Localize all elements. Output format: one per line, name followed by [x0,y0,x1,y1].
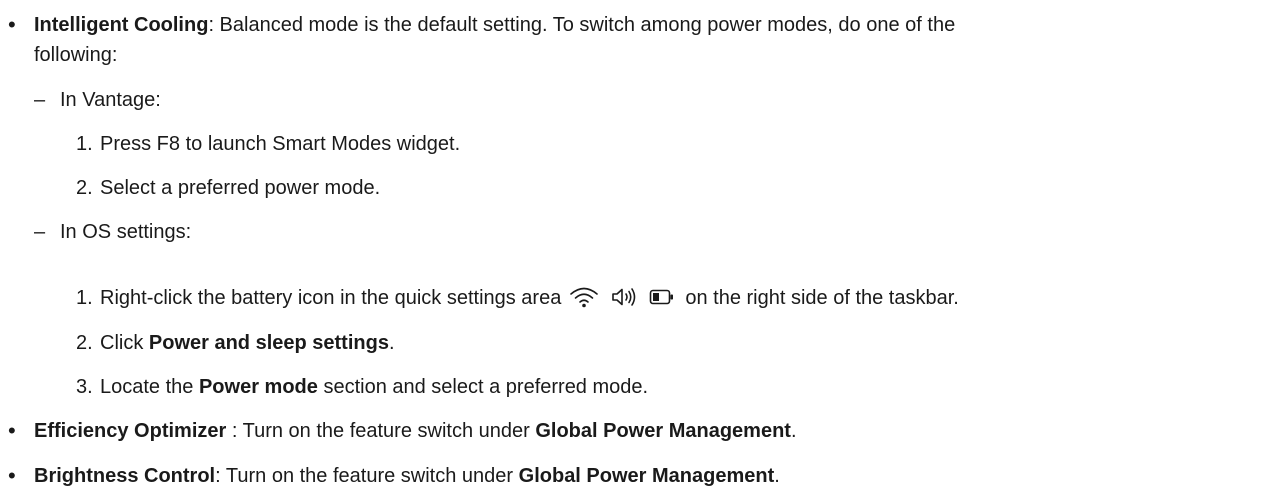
volume-icon [612,288,636,306]
step-text-before: Click [100,332,149,354]
subitem-label: In Vantage: [60,89,161,111]
bullet: • [8,12,16,37]
step-text-bold: Power and sleep settings [148,332,389,354]
item-intelligent-cooling: Intelligent Cooling: Balanced mode is th… [34,13,955,37]
item-text: : Balanced mode is the default setting. … [208,14,956,36]
item-title: Intelligent Cooling [34,14,209,36]
battery-icon [650,289,674,305]
item-text-end: . [774,465,780,487]
item-text-bold: Global Power Management [518,465,775,487]
step-text: Right-click the battery icon in the quic… [100,286,959,310]
item-text: : Turn on the feature switch under [226,420,536,442]
step-text-before: Right-click the battery icon in the quic… [100,287,562,309]
step-number: 3. [76,376,93,398]
wifi-icon [570,287,599,308]
bullet: • [8,418,16,443]
dash: – [34,221,46,243]
bullet: • [8,463,16,488]
item-text-bold: Global Power Management [535,420,791,442]
step-number: 2. [76,332,93,354]
step-text-bold: Power mode [198,376,318,398]
dash: – [34,89,46,111]
step-text-after: . [388,332,395,354]
step-text: Click Power and sleep settings. [100,331,395,355]
item-brightness-control: Brightness Control: Turn on the feature … [34,464,780,488]
item-title: Efficiency Optimizer [34,420,227,442]
item-text-continued: following: [34,44,118,66]
step-text: Press F8 to launch Smart Modes widget. [100,133,461,155]
step-number: 1. [76,287,93,309]
quick-settings-icons [569,286,675,308]
step-text: Locate the Power mode section and select… [100,375,648,399]
step-number: 1. [76,133,93,155]
step-text-after: section and select a preferred mode. [317,376,649,398]
subitem-label: In OS settings: [60,221,192,243]
step-text-before: Locate the [100,376,199,398]
step-number: 2. [76,177,93,199]
item-title: Brightness Control [34,465,216,487]
step-text: Select a preferred power mode. [100,177,381,199]
item-efficiency-optimizer: Efficiency Optimizer : Turn on the featu… [34,419,797,443]
step-text-after: on the right side of the taskbar. [685,287,959,309]
item-text-end: . [790,420,797,442]
item-text: : Turn on the feature switch under [215,465,519,487]
